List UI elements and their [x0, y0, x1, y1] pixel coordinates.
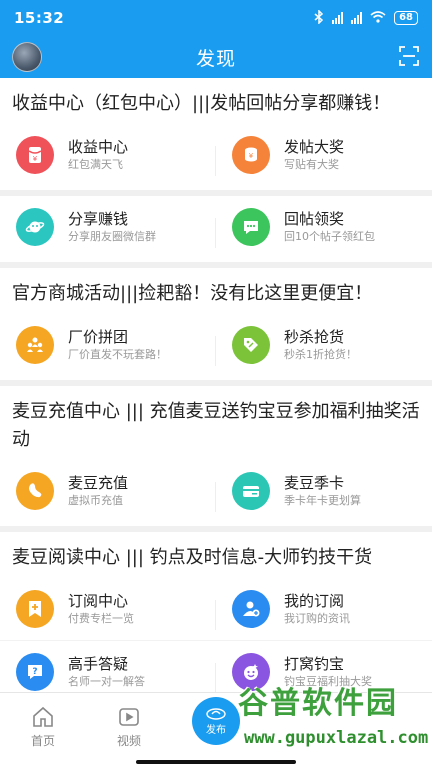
- bottom-tab-bar: 首页 视频 发布: [0, 692, 432, 768]
- item-subtitle: 虚拟币充值: [68, 494, 123, 507]
- scan-icon[interactable]: [398, 45, 420, 67]
- publish-icon: [206, 707, 226, 720]
- section-earnings: 收益中心（红包中心）|||发帖回帖分享都赚钱！ ¥ 收益中心 红包满天飞 ¥ 发…: [0, 78, 432, 190]
- publish-button[interactable]: 发布: [192, 697, 240, 745]
- item-subtitle: 分享朋友圈微信群: [68, 230, 156, 243]
- section-mall: 官方商城活动|||捡耙豁！没有比这里更便宜！ 厂价拼团 厂价直发不玩套路！ 秒杀…: [0, 268, 432, 380]
- item-reply-reward[interactable]: 回帖领奖 回10个帖子领红包: [216, 208, 432, 246]
- item-share-earn[interactable]: 分享赚钱 分享朋友圈微信群: [0, 208, 216, 248]
- battery-icon: 68: [394, 11, 418, 25]
- item-my-subscriptions[interactable]: 我的订阅 我订购的资讯: [216, 590, 432, 628]
- bluetooth-icon: [314, 8, 324, 27]
- svg-text:¥: ¥: [33, 155, 38, 163]
- tab-label: 首页: [30, 734, 55, 748]
- home-icon: [33, 706, 53, 727]
- item-title: 回帖领奖: [284, 210, 345, 228]
- tab-video[interactable]: 视频: [86, 693, 172, 768]
- item-title: 麦豆季卡: [284, 474, 345, 492]
- svg-text:¥: ¥: [249, 152, 254, 160]
- page-title: 发现: [195, 47, 236, 70]
- card-icon: [232, 472, 270, 510]
- bookmark-plus-icon: [16, 590, 54, 628]
- item-subscription-center[interactable]: 订阅中心 付费专栏一览: [0, 590, 216, 630]
- item-title: 打窝钓宝: [284, 654, 345, 673]
- status-bar: 15:32 68: [0, 0, 432, 36]
- nav-bar: 发现: [0, 36, 432, 78]
- item-nest-fishing[interactable]: 打窝钓宝 钓宝豆福利抽大奖: [216, 652, 432, 691]
- chat-bubble-icon: [232, 208, 270, 246]
- section-title: 官方商城活动|||捡耙豁！没有比这里更便宜！: [12, 283, 373, 304]
- item-post-award[interactable]: ¥ 发帖大奖 写贴有大奖: [216, 136, 432, 174]
- item-subtitle: 钓宝豆福利抽大奖: [284, 674, 372, 688]
- home-indicator: [136, 760, 296, 764]
- item-row: 麦豆充值 虚拟币充值 麦豆季卡 季卡年卡更划算: [0, 460, 432, 522]
- item-subtitle: 我订购的资讯: [284, 612, 350, 625]
- status-icons: 68: [314, 8, 418, 27]
- red-envelope-icon: ¥: [16, 136, 54, 174]
- user-add-icon: [232, 590, 270, 628]
- section-recharge: 麦豆充值中心 ||| 充值麦豆送钓宝豆参加福利抽奖活动 麦豆充值 虚拟币充值 麦…: [0, 386, 432, 526]
- section-reading: 麦豆阅读中心 ||| 钓点及时信息-大师钓技干货 订阅中心 付费专栏一览 我的订…: [0, 532, 432, 692]
- item-title: 秒杀抢货: [284, 328, 345, 346]
- status-time: 15:32: [14, 9, 65, 27]
- item-season-card[interactable]: 麦豆季卡 季卡年卡更划算: [216, 472, 432, 510]
- item-row: 订阅中心 付费专栏一览 我的订阅 我订购的资讯: [0, 578, 432, 640]
- planet-icon: [16, 208, 54, 246]
- smile-face-icon: [232, 652, 270, 691]
- item-subtitle: 厂价直发不玩套路！: [68, 348, 167, 361]
- group-people-icon: [16, 326, 54, 364]
- signal-icon-2: [351, 12, 363, 24]
- item-expert-qa[interactable]: ? 高手答疑 名师一对一解答: [0, 652, 216, 692]
- item-subtitle: 写贴有大奖: [284, 158, 339, 171]
- item-title: 高手答疑: [68, 654, 129, 673]
- item-title: 我的订阅: [284, 592, 345, 610]
- item-subtitle: 付费专栏一览: [68, 612, 134, 625]
- item-row: 分享赚钱 分享朋友圈微信群 回帖领奖 回10个帖子领红包: [0, 196, 432, 258]
- item-flash-sale[interactable]: 秒杀抢货 秒杀1折抢货！: [216, 326, 432, 364]
- item-title: 分享赚钱: [68, 210, 129, 228]
- item-title: 收益中心: [68, 138, 129, 156]
- item-bean-recharge[interactable]: 麦豆充值 虚拟币充值: [0, 472, 216, 512]
- publish-label: 发布: [206, 724, 226, 736]
- item-title: 发帖大奖: [284, 138, 345, 156]
- item-earnings-center[interactable]: ¥ 收益中心 红包满天飞: [0, 136, 216, 176]
- item-row: ¥ 收益中心 红包满天飞 ¥ 发帖大奖 写贴有大奖: [0, 124, 432, 186]
- item-subtitle: 回10个帖子领红包: [284, 230, 375, 243]
- item-title: 厂价拼团: [68, 328, 129, 346]
- wifi-icon: [370, 10, 386, 26]
- item-title: 麦豆充值: [68, 474, 129, 492]
- section-title: 收益中心（红包中心）|||发帖回帖分享都赚钱！: [12, 93, 391, 114]
- discover-content: 收益中心（红包中心）|||发帖回帖分享都赚钱！ ¥ 收益中心 红包满天飞 ¥ 发…: [0, 78, 432, 692]
- price-tag-icon: [232, 326, 270, 364]
- video-icon: [119, 708, 139, 726]
- section-title: 麦豆充值中心 ||| 充值麦豆送钓宝豆参加福利抽奖活动: [12, 401, 420, 450]
- question-bubble-icon: ?: [16, 652, 54, 691]
- tab-home[interactable]: 首页: [0, 693, 86, 768]
- item-group-buy[interactable]: 厂价拼团 厂价直发不玩套路！: [0, 326, 216, 366]
- item-subtitle: 秒杀1折抢货！: [284, 348, 357, 361]
- item-subtitle: 名师一对一解答: [68, 674, 145, 688]
- item-row: ? 高手答疑 名师一对一解答 打窝钓宝 钓宝豆福利抽大奖: [0, 640, 432, 692]
- item-row: 厂价拼团 厂价直发不玩套路！ 秒杀抢货 秒杀1折抢货！: [0, 314, 432, 376]
- item-subtitle: 季卡年卡更划算: [284, 494, 361, 507]
- bean-icon: [16, 472, 54, 510]
- section-earnings-2: 分享赚钱 分享朋友圈微信群 回帖领奖 回10个帖子领红包: [0, 196, 432, 262]
- section-title: 麦豆阅读中心 ||| 钓点及时信息-大师钓技干货: [12, 547, 373, 568]
- avatar[interactable]: [12, 42, 42, 72]
- item-title: 订阅中心: [68, 592, 129, 610]
- signal-icon-1: [332, 12, 344, 24]
- coin-stack-icon: ¥: [232, 136, 270, 174]
- item-subtitle: 红包满天飞: [68, 158, 123, 171]
- tab-label: 视频: [116, 734, 141, 748]
- svg-text:?: ?: [32, 667, 37, 677]
